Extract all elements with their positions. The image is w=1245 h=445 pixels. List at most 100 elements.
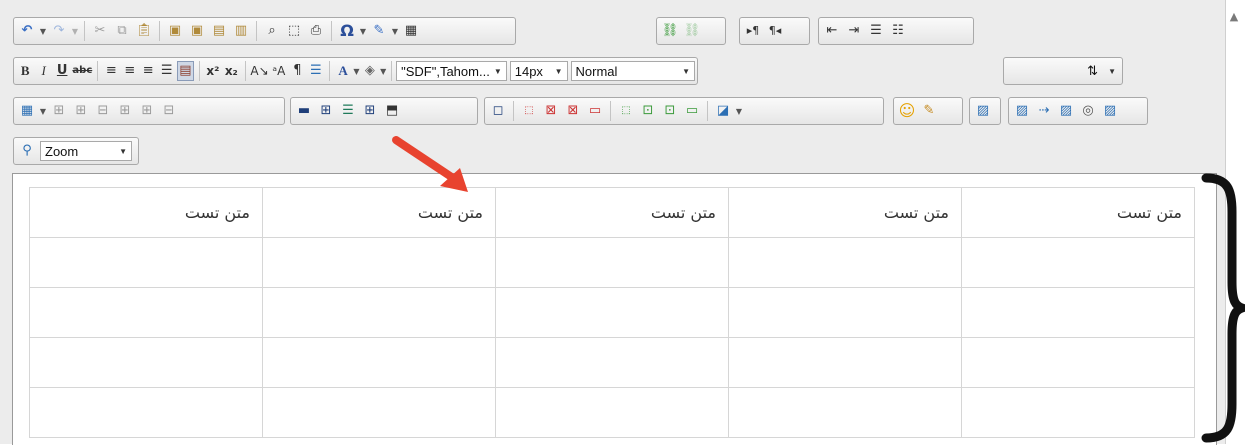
table-props-icon[interactable]: ⬒ bbox=[382, 101, 402, 121]
table-cell[interactable] bbox=[495, 337, 729, 388]
align-full-icon[interactable]: ▤ bbox=[176, 61, 194, 81]
special-char-dropdown[interactable]: ▼ bbox=[358, 27, 368, 36]
rtl-icon[interactable]: ¶◂ bbox=[765, 21, 785, 41]
superscript-button[interactable]: x² bbox=[205, 61, 221, 81]
table-cell[interactable] bbox=[29, 387, 263, 438]
form-field-icon[interactable]: ⬚ bbox=[519, 101, 539, 121]
highlight-dropdown[interactable]: ▼ bbox=[379, 67, 387, 76]
align-right-icon[interactable]: ≡ bbox=[140, 61, 156, 81]
editor-content[interactable]: متن تست متن تست متن تست متن تست متن تست bbox=[12, 173, 1217, 445]
insert-row-above-icon[interactable]: ⊞ bbox=[49, 101, 69, 121]
frame-icon[interactable]: ◻ bbox=[488, 101, 508, 121]
template-icon[interactable]: ▦ bbox=[401, 21, 421, 41]
form-valid-icon[interactable]: ⬚ bbox=[616, 101, 636, 121]
table-stripe-icon[interactable]: ☰ bbox=[338, 101, 358, 121]
table-cell[interactable] bbox=[495, 387, 729, 438]
insert-box-dropdown[interactable]: ▼ bbox=[734, 107, 744, 116]
redo-icon[interactable]: ↷ bbox=[49, 21, 69, 41]
find-icon[interactable]: ⌕ bbox=[262, 21, 282, 41]
table-small-icon[interactable]: ⊞ bbox=[360, 101, 380, 121]
image-insert-icon[interactable]: ▨ bbox=[1056, 101, 1076, 121]
paragraph-icon[interactable]: ¶ bbox=[289, 61, 305, 81]
form-text-icon[interactable]: ▭ bbox=[585, 101, 605, 121]
table-cell[interactable]: متن تست bbox=[495, 187, 729, 238]
unlink-icon[interactable]: ⛓ bbox=[682, 21, 702, 41]
format-brush-icon[interactable]: ✎ bbox=[369, 21, 389, 41]
form-radio-icon[interactable]: ⊠ bbox=[563, 101, 583, 121]
align-justify-icon[interactable]: ☰ bbox=[158, 61, 174, 81]
note-icon[interactable]: ✎ bbox=[919, 101, 939, 121]
table-cell[interactable] bbox=[29, 287, 263, 338]
insert-row-below-icon[interactable]: ⊞ bbox=[71, 101, 91, 121]
undo-dropdown[interactable]: ▼ bbox=[38, 27, 48, 36]
ordered-list-icon[interactable]: ☰ bbox=[866, 21, 886, 41]
table-cell[interactable] bbox=[961, 237, 1195, 288]
delete-col-icon[interactable]: ⊟ bbox=[159, 101, 179, 121]
align-center-icon[interactable]: ≡ bbox=[122, 61, 138, 81]
paste-special-icon[interactable]: ▤ bbox=[209, 21, 229, 41]
image-link-icon[interactable]: ⇢ bbox=[1034, 101, 1054, 121]
table-cell[interactable] bbox=[728, 387, 962, 438]
table-cell[interactable] bbox=[29, 337, 263, 388]
table-cell[interactable] bbox=[262, 237, 496, 288]
underline-button[interactable]: U bbox=[54, 61, 70, 81]
link-icon[interactable]: ⛓ bbox=[660, 21, 680, 41]
scroll-up-icon[interactable]: ▲ bbox=[1227, 10, 1241, 24]
table-cell[interactable] bbox=[728, 337, 962, 388]
table-cell[interactable] bbox=[29, 237, 263, 288]
zoom-select[interactable]: Zoom ▼ bbox=[40, 141, 132, 161]
table-header-icon[interactable]: ▬ bbox=[294, 101, 314, 121]
select-all-icon[interactable]: ⬚ bbox=[284, 21, 304, 41]
align-left-icon[interactable]: ≡ bbox=[103, 61, 119, 81]
highlight-icon[interactable]: ◈ bbox=[362, 61, 378, 81]
paste-word-icon[interactable]: ▣ bbox=[165, 21, 185, 41]
table-cell[interactable] bbox=[262, 337, 496, 388]
format-brush-dropdown[interactable]: ▼ bbox=[390, 27, 400, 36]
form-valid4-icon[interactable]: ▭ bbox=[682, 101, 702, 121]
insert-box-icon[interactable]: ◪ bbox=[713, 101, 733, 121]
table-cell[interactable]: متن تست bbox=[29, 187, 263, 238]
table-cell[interactable] bbox=[728, 237, 962, 288]
form-checkbox-icon[interactable]: ⊠ bbox=[541, 101, 561, 121]
image-edit-icon[interactable]: ▨ bbox=[1100, 101, 1120, 121]
paste-text-icon[interactable]: ▣ bbox=[187, 21, 207, 41]
insert-col-left-icon[interactable]: ⊞ bbox=[115, 101, 135, 121]
media-icon[interactable]: ◎ bbox=[1078, 101, 1098, 121]
table-cell[interactable] bbox=[262, 287, 496, 338]
table-dropdown[interactable]: ▼ bbox=[38, 107, 48, 116]
table-cell[interactable] bbox=[961, 337, 1195, 388]
table-cell[interactable] bbox=[495, 287, 729, 338]
undo-icon[interactable]: ↶ bbox=[17, 21, 37, 41]
content-table[interactable]: متن تست متن تست متن تست متن تست متن تست bbox=[29, 187, 1195, 438]
subscript-button[interactable]: x₂ bbox=[223, 61, 239, 81]
table-cell[interactable]: متن تست bbox=[961, 187, 1195, 238]
table-cell[interactable]: متن تست bbox=[728, 187, 962, 238]
redo-dropdown[interactable]: ▼ bbox=[70, 27, 80, 36]
indent-icon[interactable]: ⇥ bbox=[844, 21, 864, 41]
form-valid2-icon[interactable]: ⊡ bbox=[638, 101, 658, 121]
case-lower-icon[interactable]: A↘ bbox=[250, 61, 268, 81]
font-family-select[interactable]: "SDF",Tahom... ▼ bbox=[396, 61, 507, 81]
italic-button[interactable]: I bbox=[35, 61, 51, 81]
paste-format-icon[interactable]: ▥ bbox=[231, 21, 251, 41]
table-icon[interactable]: ▦ bbox=[17, 101, 37, 121]
case-upper-icon[interactable]: ᵃA bbox=[271, 61, 287, 81]
font-color-button[interactable]: A bbox=[335, 61, 351, 81]
table-cell[interactable] bbox=[728, 287, 962, 338]
paste-icon[interactable]: 📋︎ bbox=[134, 21, 154, 41]
outdent-icon[interactable]: ⇤ bbox=[822, 21, 842, 41]
table-cell[interactable] bbox=[495, 237, 729, 288]
delete-row-icon[interactable]: ⊟ bbox=[93, 101, 113, 121]
special-char-icon[interactable]: Ω bbox=[337, 21, 357, 41]
ltr-icon[interactable]: ▸¶ bbox=[743, 21, 763, 41]
smiley-icon[interactable]: ☺ bbox=[897, 101, 917, 121]
image-gallery-icon[interactable]: ▨ bbox=[1012, 101, 1032, 121]
copy-icon[interactable]: ⧉ bbox=[112, 21, 132, 41]
table-cell[interactable] bbox=[961, 387, 1195, 438]
line-icon[interactable]: ☰ bbox=[308, 61, 324, 81]
table-cell[interactable] bbox=[961, 287, 1195, 338]
form-valid3-icon[interactable]: ⊡ bbox=[660, 101, 680, 121]
line-height-select[interactable]: ⇅ ▼ bbox=[1006, 61, 1120, 81]
table-cell[interactable] bbox=[262, 387, 496, 438]
table-grid-icon[interactable]: ⊞ bbox=[316, 101, 336, 121]
